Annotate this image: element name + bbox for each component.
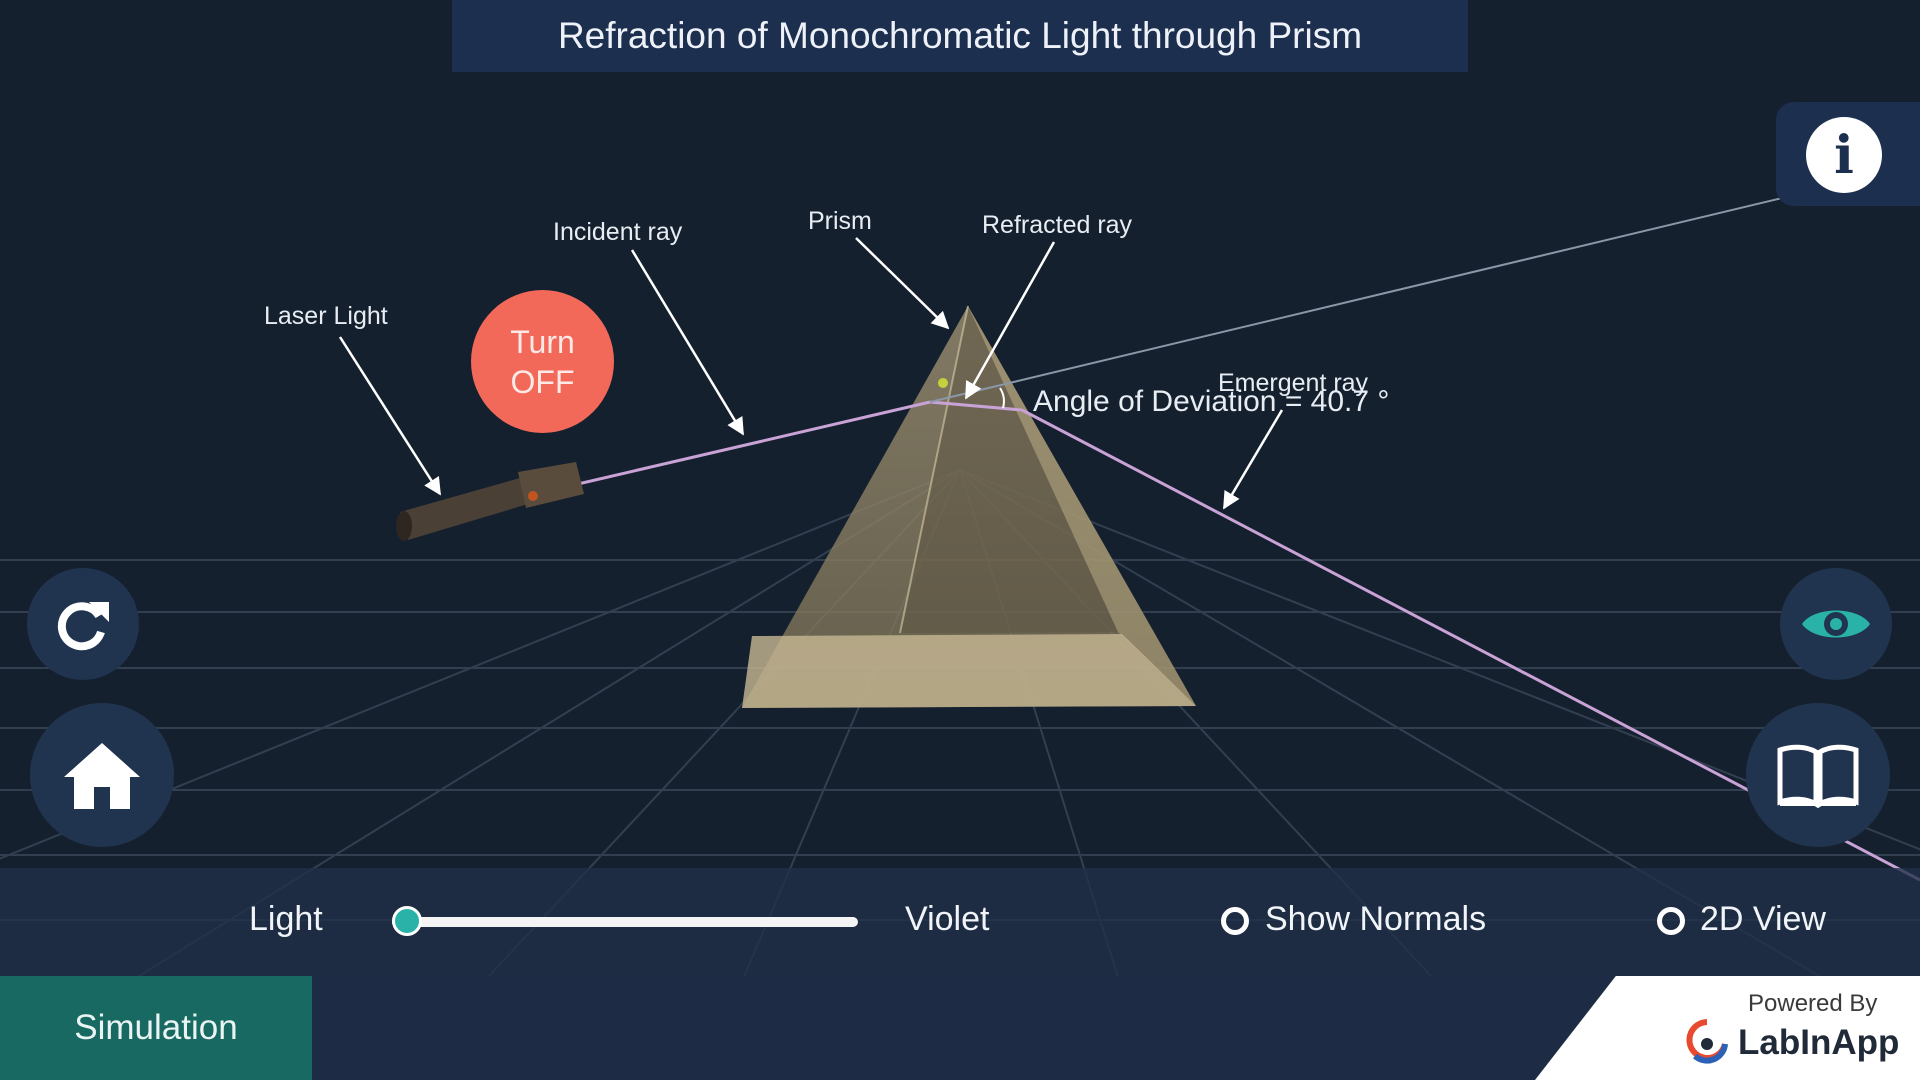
theory-book-button[interactable] [1746, 703, 1890, 847]
page-title: Refraction of Monochromatic Light throug… [557, 15, 1363, 56]
labinapp-brand: LabInApp [1738, 1023, 1900, 1062]
title-bar: Refraction of Monochromatic Light throug… [452, 0, 1468, 72]
eye-icon [1802, 610, 1870, 638]
light-color-value: Violet [905, 900, 990, 938]
view-2d-label[interactable]: 2D View [1700, 900, 1826, 939]
home-button[interactable] [30, 703, 174, 847]
powered-by-text: Powered By [1748, 990, 1878, 1017]
laser-light-label: Laser Light [264, 302, 388, 330]
visibility-toggle-button[interactable] [1780, 568, 1892, 680]
light-color-slider-thumb[interactable] [392, 906, 422, 936]
show-normals-label[interactable]: Show Normals [1265, 900, 1486, 939]
reset-icon [57, 602, 109, 651]
prism [742, 305, 1196, 708]
light-rays [577, 164, 1920, 882]
home-icon [64, 743, 140, 809]
laser-torch[interactable] [396, 462, 584, 541]
light-color-slider[interactable] [392, 917, 858, 927]
angle-of-deviation-readout: Angle of Deviation = 40.7 ° [1033, 385, 1390, 418]
turn-off-label-line2: OFF [510, 363, 575, 400]
show-normals-radio[interactable] [1221, 907, 1249, 935]
deviation-reference-line [929, 164, 1920, 403]
tab-simulation-label: Simulation [74, 1008, 238, 1047]
incident-ray-label: Incident ray [553, 218, 683, 246]
turn-off-button[interactable]: Turn OFF [471, 290, 614, 433]
reset-button[interactable] [27, 568, 139, 680]
view-2d-radio[interactable] [1657, 907, 1685, 935]
info-icon[interactable]: i [1806, 117, 1882, 193]
turn-off-label-line1: Turn [510, 323, 575, 360]
labinapp-logo-icon [1686, 1019, 1728, 1064]
prism-label: Prism [808, 207, 872, 235]
incidence-point-marker [938, 378, 948, 388]
tab-simulation[interactable]: Simulation [0, 976, 312, 1080]
info-tab: i [1776, 102, 1920, 206]
book-icon [1777, 744, 1859, 808]
refracted-ray-label: Refracted ray [982, 211, 1133, 239]
light-label: Light [249, 900, 323, 938]
